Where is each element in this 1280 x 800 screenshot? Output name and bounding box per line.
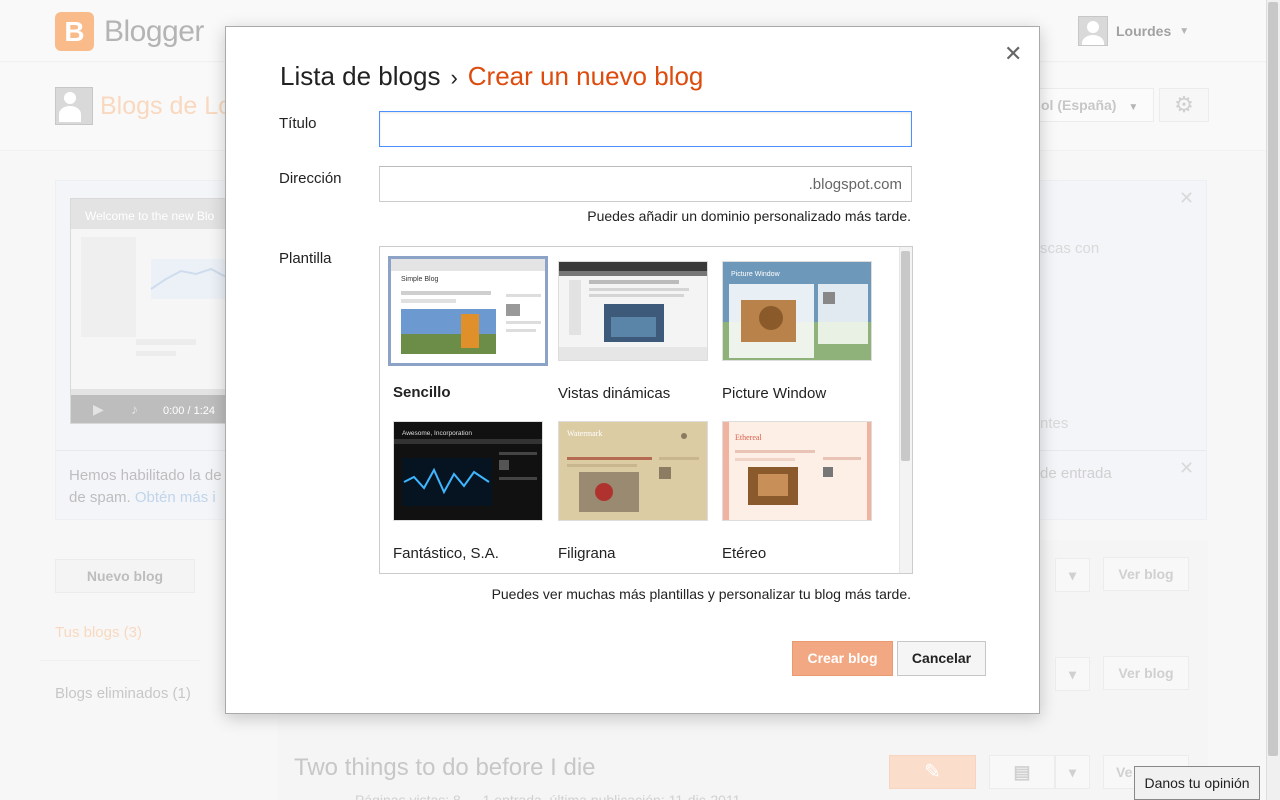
template-label: Plantilla [279, 250, 332, 267]
template-etereo[interactable]: Ethereal Etéreo [722, 421, 882, 571]
template-thumbnail: Picture Window [722, 261, 872, 361]
template-preview-illustration: Watermark [559, 422, 707, 520]
template-thumbnail [558, 261, 708, 361]
template-preview-illustration [559, 262, 707, 360]
template-hint: Puedes ver muchas más plantillas y perso… [491, 586, 911, 602]
breadcrumb-separator: › [450, 65, 458, 90]
page-scrollbar-thumb[interactable] [1268, 2, 1278, 756]
template-thumbnail: Ethereal [722, 421, 872, 521]
create-blog-dialog: ✕ Lista de blogs › Crear un nuevo blog Tít… [225, 26, 1040, 714]
address-hint: Puedes añadir un dominio personalizado m… [587, 208, 911, 224]
address-label: Dirección [279, 170, 342, 187]
template-picker: Simple Blog Sencillo Vistas dinámicas Pi… [379, 246, 913, 574]
template-picture-window[interactable]: Picture Window Picture Window [722, 261, 882, 411]
breadcrumb-current: Crear un nuevo blog [467, 61, 704, 91]
template-preview-illustration: Picture Window [723, 262, 871, 360]
template-thumbnail: Watermark [558, 421, 708, 521]
template-thumbnail: Awesome, Incorporation [393, 421, 543, 521]
svg-text:Awesome, Incorporation: Awesome, Incorporation [402, 430, 472, 437]
template-thumbnail: Simple Blog [388, 256, 548, 366]
title-label: Título [279, 115, 317, 132]
breadcrumb-blog-list[interactable]: Lista de blogs [280, 61, 440, 91]
title-input[interactable] [379, 111, 912, 147]
svg-text:Ethereal: Ethereal [735, 433, 762, 442]
template-name: Sencillo [393, 384, 451, 401]
feedback-button[interactable]: Danos tu opinión [1134, 766, 1260, 800]
svg-text:Picture Window: Picture Window [731, 271, 781, 278]
template-preview-illustration: Awesome, Incorporation [394, 422, 542, 520]
template-name: Vistas dinámicas [558, 385, 671, 402]
svg-text:Simple Blog: Simple Blog [401, 276, 438, 283]
video-title: Welcome to the new Blo [85, 209, 215, 223]
cancel-button[interactable]: Cancelar [897, 641, 986, 676]
template-preview-illustration: Simple Blog [391, 259, 545, 354]
template-sencillo[interactable]: Simple Blog Sencillo [388, 256, 553, 411]
svg-text:Watermark: Watermark [567, 429, 602, 438]
create-blog-button[interactable]: Crear blog [792, 641, 893, 676]
close-icon[interactable]: ✕ [1004, 41, 1022, 67]
template-preview-illustration: Ethereal [723, 422, 871, 520]
address-suffix: .blogspot.com [808, 176, 902, 193]
template-name: Etéreo [722, 545, 767, 562]
template-name: Fantástico, S.A. [393, 545, 499, 562]
dialog-breadcrumb: Lista de blogs › Crear un nuevo blog [280, 61, 703, 92]
template-vistas-dinamicas[interactable]: Vistas dinámicas [558, 261, 718, 411]
template-filigrana[interactable]: Watermark Filigrana [558, 421, 718, 571]
template-fantastico[interactable]: Awesome, Incorporation Fantástico, S.A. [393, 421, 553, 571]
template-name: Picture Window [722, 385, 827, 402]
template-scrollbar-thumb[interactable] [901, 251, 910, 461]
template-name: Filigrana [558, 545, 616, 562]
